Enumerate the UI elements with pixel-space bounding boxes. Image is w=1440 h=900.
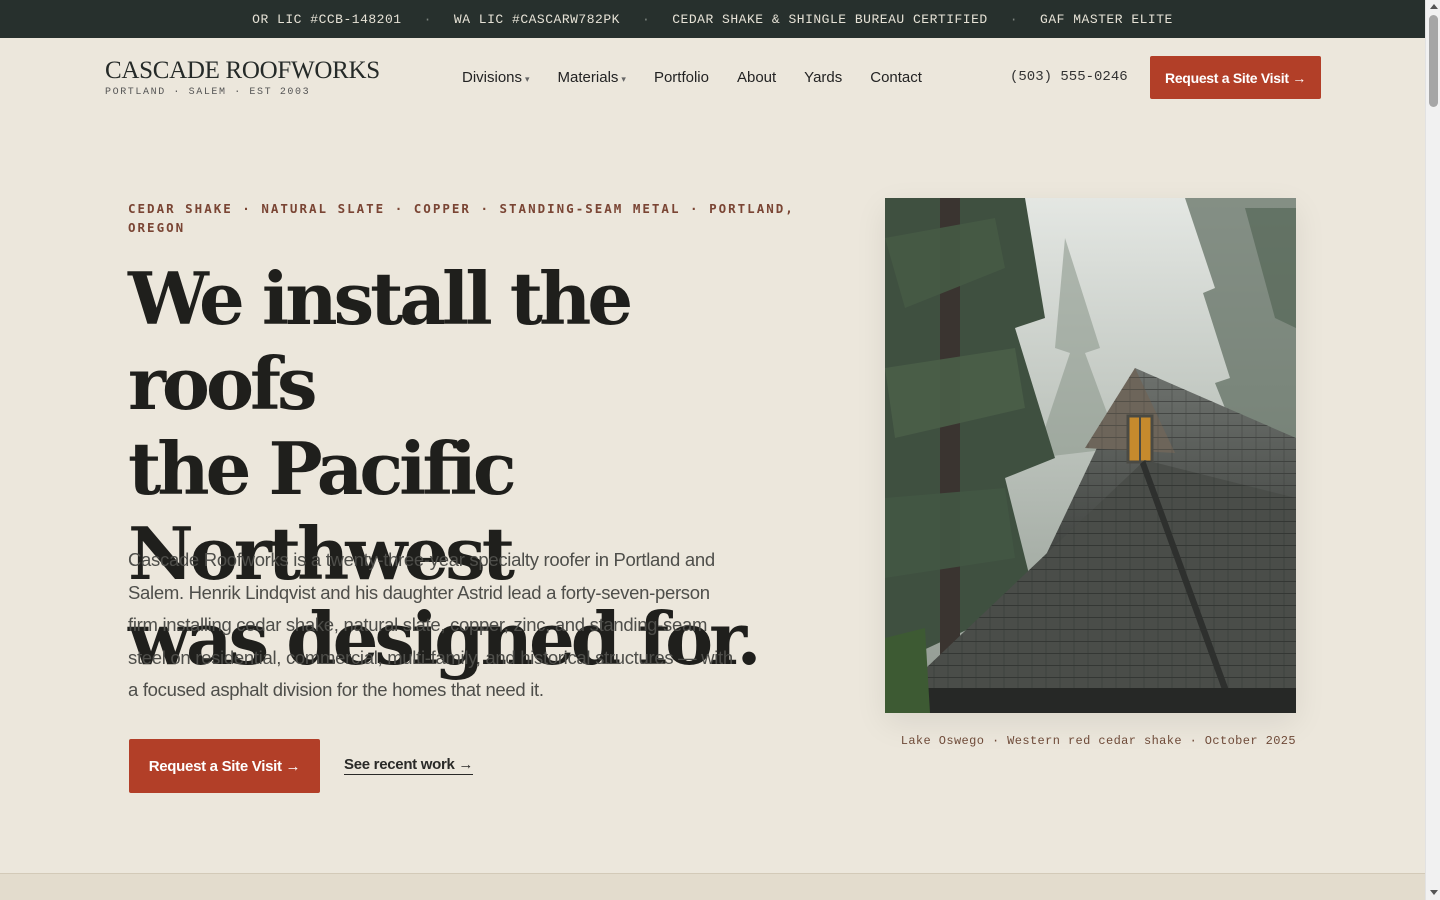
main-nav: Divisions ▾ Materials ▾ Portfolio About … bbox=[462, 69, 922, 86]
license-or: OR LIC #CCB-148201 bbox=[252, 11, 402, 27]
scroll-up-arrow-icon[interactable] bbox=[1430, 4, 1438, 9]
next-section-edge bbox=[0, 873, 1425, 900]
see-recent-work-link[interactable]: See recent work → bbox=[344, 756, 473, 775]
nav-label: Yards bbox=[804, 69, 843, 86]
nav-divisions[interactable]: Divisions ▾ bbox=[462, 69, 530, 86]
hero-description: Cascade Roofworks is a twenty-three-year… bbox=[128, 549, 733, 700]
license-bar: OR LIC #CCB-148201 · WA LIC #CASCARW782P… bbox=[0, 0, 1425, 38]
nav-label: Divisions bbox=[462, 69, 523, 86]
hero-photo bbox=[885, 198, 1296, 713]
license-wa: WA LIC #CASCARW782PK bbox=[453, 11, 620, 27]
nav-portfolio[interactable]: Portfolio bbox=[654, 69, 709, 86]
scrollbar-thumb[interactable] bbox=[1429, 15, 1438, 107]
headline-line: We install the roofs bbox=[128, 256, 633, 426]
certification-gaf: GAF MASTER ELITE bbox=[1040, 11, 1173, 27]
phone-link[interactable]: (503) 555-0246 bbox=[1010, 69, 1128, 85]
site-header: CASCADE ROOFWORKS PORTLAND · SALEM · EST… bbox=[0, 38, 1425, 118]
separator: · bbox=[641, 11, 651, 27]
certification-cedar: CEDAR SHAKE & SHINGLE BUREAU CERTIFIED bbox=[672, 11, 988, 27]
nav-yards[interactable]: Yards bbox=[804, 69, 842, 86]
hero-eyebrow: CEDAR SHAKE · NATURAL SLATE · COPPER · S… bbox=[128, 201, 795, 235]
nav-label: Materials bbox=[557, 69, 619, 86]
request-site-visit-button[interactable]: Request a Site Visit → bbox=[1150, 56, 1321, 99]
nav-contact[interactable]: Contact bbox=[870, 69, 922, 86]
chevron-down-icon: ▾ bbox=[525, 73, 530, 84]
nav-label: Portfolio bbox=[653, 69, 709, 86]
photo-caption: Lake Oswego · Western red cedar shake · … bbox=[900, 734, 1296, 748]
brand-logo[interactable]: CASCADE ROOFWORKS PORTLAND · SALEM · EST… bbox=[105, 57, 380, 99]
scroll-down-arrow-icon[interactable] bbox=[1430, 890, 1438, 895]
nav-label: About bbox=[736, 69, 777, 86]
separator: · bbox=[1009, 11, 1019, 27]
brand-tagline: PORTLAND · SALEM · EST 2003 bbox=[105, 87, 311, 98]
separator: · bbox=[423, 11, 432, 27]
chevron-down-icon: ▾ bbox=[621, 73, 626, 84]
brand-name: CASCADE ROOFWORKS bbox=[105, 57, 380, 84]
cedar-roof-photo bbox=[885, 198, 1296, 713]
nav-about[interactable]: About bbox=[737, 69, 776, 86]
nav-label: Contact bbox=[870, 69, 922, 86]
hero-request-site-visit-button[interactable]: Request a Site Visit → bbox=[129, 739, 320, 793]
page-scrollbar[interactable] bbox=[1425, 0, 1440, 900]
nav-materials[interactable]: Materials ▾ bbox=[558, 69, 626, 86]
